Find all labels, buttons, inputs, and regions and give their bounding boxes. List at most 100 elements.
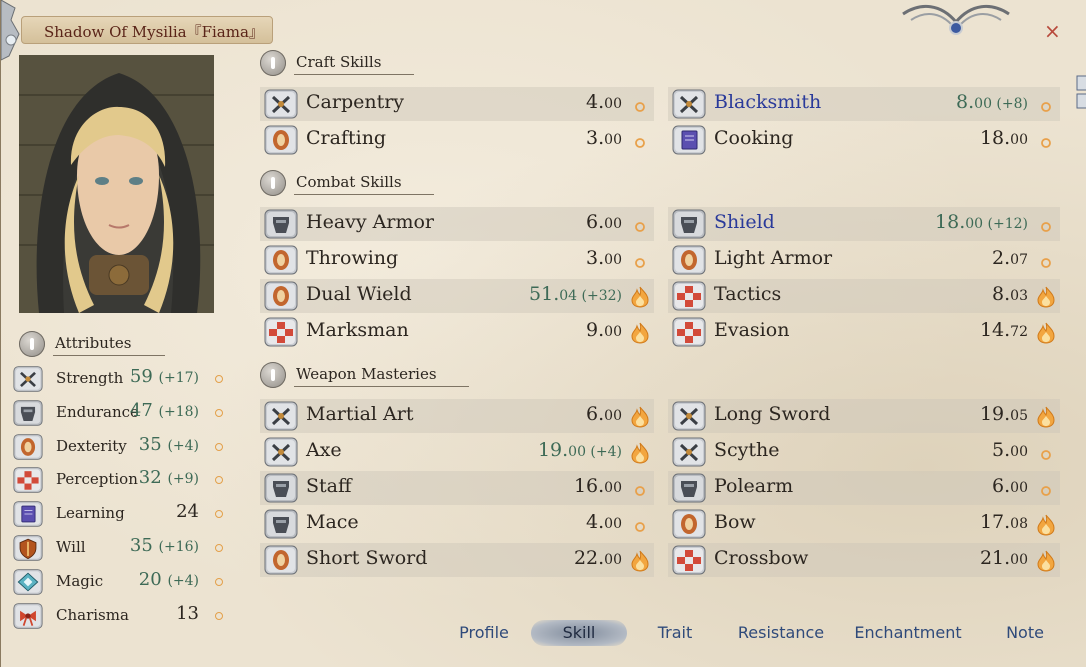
skill-row-throwing[interactable]: Throwing 3.00 [260, 243, 654, 277]
attribute-row-strength[interactable]: Strength 59 (+17) [13, 363, 225, 395]
skill-row-short-sword[interactable]: Short Sword 22.00 [260, 543, 654, 577]
hand-icon [672, 509, 706, 539]
attribute-row-magic[interactable]: Magic 20 (+4) [13, 566, 225, 598]
skill-row-staff[interactable]: Staff 16.00 [260, 471, 654, 505]
attribute-row-endurance[interactable]: Endurance 47 (+18) [13, 397, 225, 429]
skill-row-tactics[interactable]: Tactics 8.03 [668, 279, 1060, 313]
skill-label: Tactics [714, 283, 782, 305]
skill-row-light-armor[interactable]: Light Armor 2.07 [668, 243, 1060, 277]
crossed-swords-icon [672, 437, 706, 467]
skill-label: Short Sword [306, 547, 428, 569]
skill-value: 22.00 [574, 547, 622, 569]
skill-row-mace[interactable]: Mace 4.00 [260, 507, 654, 541]
attribute-label: Strength [56, 369, 124, 387]
attribute-value: 35 (+4) [139, 434, 199, 455]
eye-tiles-icon [672, 317, 706, 347]
potential-dot-icon [630, 94, 650, 116]
tab-label: Profile [459, 623, 509, 642]
skill-value-integer: 8. [956, 91, 975, 113]
skill-row-axe[interactable]: Axe 19.00 (+4) [260, 435, 654, 469]
skill-row-cooking[interactable]: Cooking 18.00 [668, 123, 1060, 157]
crossed-swords-icon [264, 401, 298, 431]
skill-row-polearm[interactable]: Polearm 6.00 [668, 471, 1060, 505]
skill-value-integer: 14. [979, 319, 1011, 341]
skill-label: Evasion [714, 319, 790, 341]
attribute-bonus: (+4) [167, 437, 199, 454]
hand-icon [264, 245, 298, 275]
tab-profile[interactable]: Profile [449, 620, 519, 646]
skill-row-marksman[interactable]: Marksman 9.00 [260, 315, 654, 349]
skill-row-bow[interactable]: Bow 17.08 [668, 507, 1060, 541]
skill-label: Shield [714, 211, 775, 233]
attribute-value: 35 (+16) [130, 535, 199, 556]
skill-row-evasion[interactable]: Evasion 14.72 [668, 315, 1060, 349]
skill-label: Axe [306, 439, 342, 461]
skill-label: Mace [306, 511, 359, 533]
skill-value: 4.00 [586, 91, 622, 113]
attribute-row-perception[interactable]: Perception 32 (+9) [13, 464, 225, 496]
attribute-label: Charisma [56, 605, 129, 624]
tab-label: Resistance [737, 623, 825, 642]
skill-row-crafting[interactable]: Crafting 3.00 [260, 123, 654, 157]
attribute-row-dexterity[interactable]: Dexterity 35 (+4) [13, 431, 225, 463]
tab-label: Enchantment [854, 623, 962, 642]
hand-icon [264, 125, 298, 155]
tab-note[interactable]: Note [997, 620, 1053, 646]
close-button[interactable]: × [1044, 19, 1061, 43]
skill-row-long-sword[interactable]: Long Sword 19.05 [668, 399, 1060, 433]
armor-icon [264, 473, 298, 503]
attribute-row-will[interactable]: Will 35 (+16) [13, 532, 225, 564]
skill-value: 2.07 [992, 247, 1028, 269]
skill-row-heavy-armor[interactable]: Heavy Armor 6.00 [260, 207, 654, 241]
skill-label: Scythe [714, 439, 780, 461]
skill-label: Polearm [714, 475, 794, 497]
skill-value: 3.00 [586, 247, 622, 269]
skill-value-decimal: 03 [1010, 288, 1028, 304]
book-icon [672, 125, 706, 155]
attribute-row-learning[interactable]: Learning 24 [13, 498, 225, 530]
skill-value-integer: 19. [537, 439, 569, 461]
skill-label: Crafting [306, 127, 387, 149]
skill-row-blacksmith[interactable]: Blacksmith 8.00 (+8) [668, 87, 1060, 121]
crossed-swords-icon [672, 401, 706, 431]
potential-dot-icon [630, 214, 650, 236]
tab-enchantment[interactable]: Enchantment [849, 620, 967, 646]
attribute-value-number: 35 [138, 433, 162, 455]
potential-indicator-icon [215, 476, 223, 485]
tab-skill[interactable]: Skill [531, 620, 627, 646]
skill-label: Heavy Armor [306, 211, 434, 233]
tab-label: Note [1006, 623, 1044, 642]
tab-trait[interactable]: Trait [647, 620, 703, 646]
skill-value-decimal: 00 [1010, 480, 1028, 496]
section-header-craft-skills: Craft Skills [260, 50, 520, 76]
skill-row-shield[interactable]: Shield 18.00 (+12) [668, 207, 1060, 241]
skill-row-scythe[interactable]: Scythe 5.00 [668, 435, 1060, 469]
header-underline [294, 74, 414, 75]
skill-row-martial-art[interactable]: Martial Art 6.00 [260, 399, 654, 433]
skill-value: 14.72 [980, 319, 1028, 341]
attribute-value-number: 47 [129, 399, 153, 421]
skill-label: Carpentry [306, 91, 405, 113]
skill-label: Blacksmith [714, 91, 822, 113]
skill-value: 21.00 [980, 547, 1028, 569]
skill-row-carpentry[interactable]: Carpentry 4.00 [260, 87, 654, 121]
tab-resistance[interactable]: Resistance [731, 620, 831, 646]
ribbon-icon [13, 602, 43, 630]
attribute-value: 47 (+18) [130, 400, 199, 421]
potential-indicator-icon [215, 442, 223, 451]
hand-icon [264, 281, 298, 311]
skill-value: 6.00 [992, 475, 1028, 497]
attribute-label: Magic [56, 571, 104, 590]
skill-row-dual-wield[interactable]: Dual Wield 51.04 (+32) [260, 279, 654, 313]
skill-value-decimal: 07 [1010, 252, 1028, 268]
section-title: Weapon Masteries [296, 365, 437, 383]
skill-bonus: (+12) [983, 216, 1028, 232]
attribute-bonus: (+16) [158, 539, 199, 555]
potential-indicator-icon [215, 510, 223, 519]
attribute-row-charisma[interactable]: Charisma 13 [13, 600, 225, 632]
potential-flame-icon [1036, 514, 1056, 536]
potential-flame-icon [1036, 286, 1056, 308]
potential-indicator-icon [215, 611, 223, 620]
skill-row-crossbow[interactable]: Crossbow 21.00 [668, 543, 1060, 577]
skill-value-integer: 2. [992, 247, 1011, 269]
